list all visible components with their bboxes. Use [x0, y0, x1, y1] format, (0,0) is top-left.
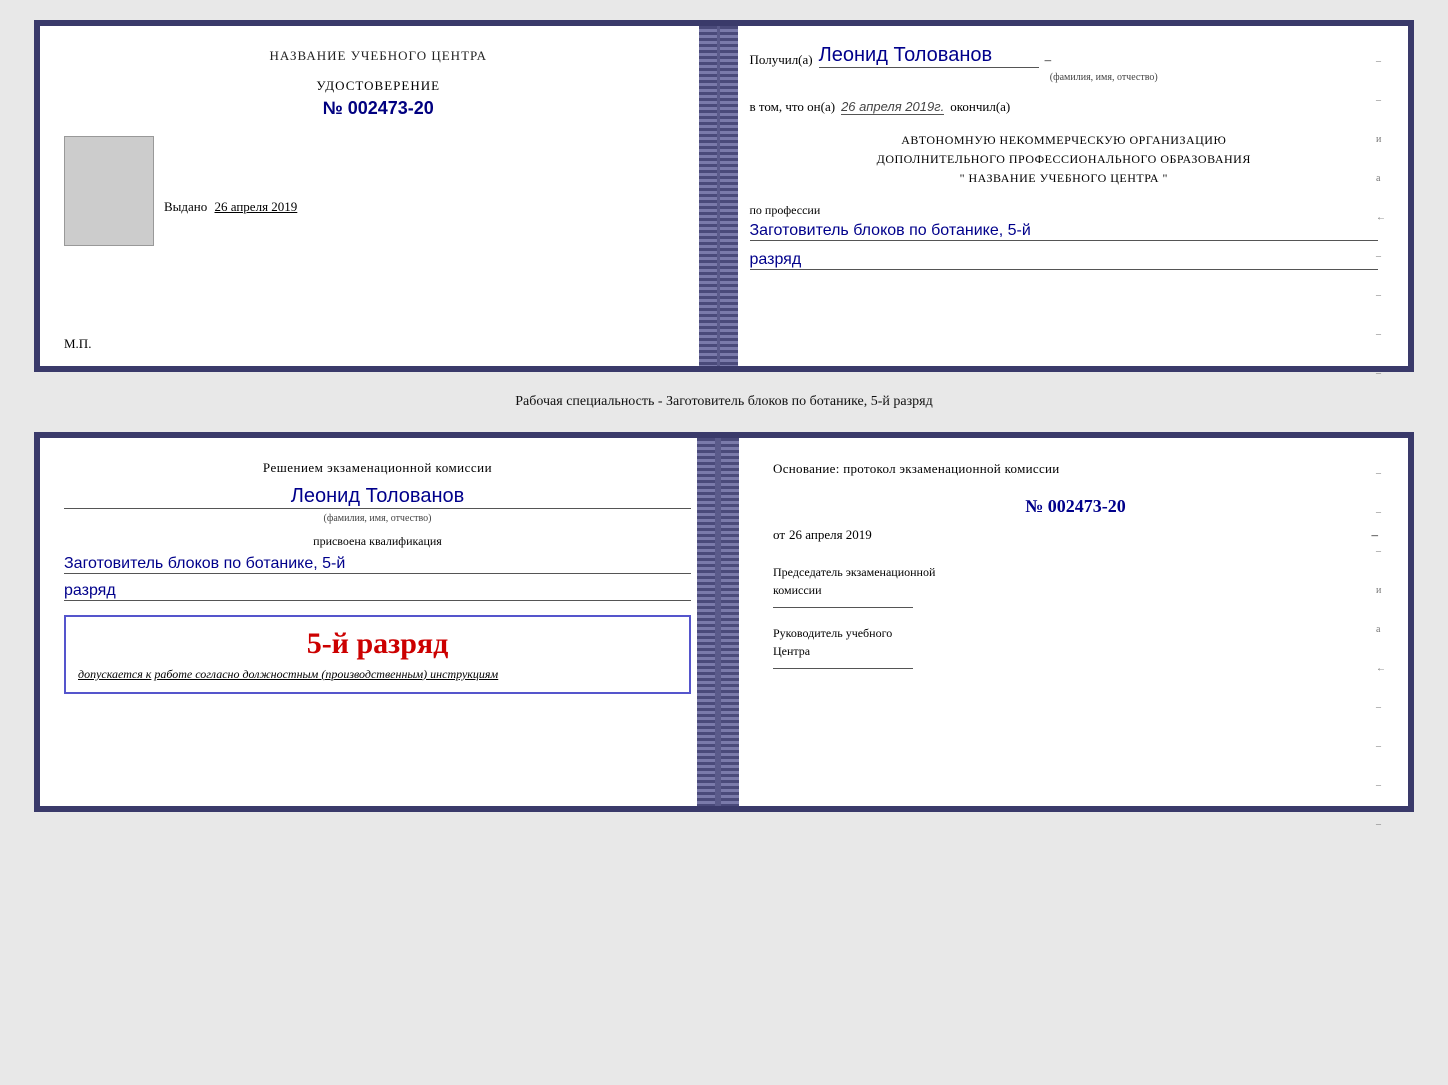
fio-subtitle-top: (фамилия, имя, отчество) — [830, 72, 1379, 83]
training-center-title: НАЗВАНИЕ УЧЕБНОГО ЦЕНТРА — [64, 48, 693, 64]
dash-after-name: – — [1045, 52, 1052, 68]
org-line2: ДОПОЛНИТЕЛЬНОГО ПРОФЕССИОНАЛЬНОГО ОБРАЗО… — [750, 150, 1379, 169]
big-razryad-text: 5-й разряд — [78, 627, 677, 661]
cert-number: № 002473-20 — [64, 98, 693, 119]
okoncil-suffix: окончил(а) — [950, 99, 1010, 115]
poluchil-prefix: Получил(а) — [750, 52, 813, 68]
right-side-strip-left — [721, 438, 739, 806]
top-cert-left: НАЗВАНИЕ УЧЕБНОГО ЦЕНТРА УДОСТОВЕРЕНИЕ №… — [40, 26, 720, 366]
left-side-strip-right — [697, 438, 715, 806]
vtom-prefix: в том, что он(а) — [750, 99, 836, 115]
bottom-certificate: Решением экзаменационной комиссии Леонид… — [34, 432, 1414, 812]
fio-subtitle-bottom: (фамилия, имя, отчество) — [64, 513, 691, 524]
osnovanie-text: Основание: протокол экзаменационной коми… — [773, 458, 1378, 480]
vtom-line: в том, что он(а) 26 апреля 2019г. окончи… — [750, 99, 1379, 115]
dopuskaetsya-detail: работе согласно должностным (производств… — [154, 667, 498, 681]
rukovoditel-line1: Руководитель учебного — [773, 624, 1378, 642]
recipient-name-top: Леонид Толованов — [819, 44, 1039, 68]
razryad-bottom: разряд — [64, 582, 691, 601]
profession-bottom: Заготовитель блоков по ботанике, 5-й — [64, 555, 691, 574]
prisvoena-label: присвоена квалификация — [64, 534, 691, 549]
vydano-date: 26 апреля 2019 — [215, 199, 298, 214]
top-certificate: НАЗВАНИЕ УЧЕБНОГО ЦЕНТРА УДОСТОВЕРЕНИЕ №… — [34, 20, 1414, 372]
rukovoditel-line2: Центра — [773, 642, 1378, 660]
rukovoditel-signature-line — [773, 668, 913, 669]
dopuskaetsya-prefix: допускается к — [78, 667, 151, 681]
udostoverenie-label: УДОСТОВЕРЕНИЕ — [64, 78, 693, 94]
dopuskaetsya-box: 5-й разряд допускается к работе согласно… — [64, 615, 691, 694]
profession-top: Заготовитель блоков по ботанике, 5-й — [750, 222, 1379, 241]
razryad-top: разряд — [750, 251, 1379, 270]
recipient-name-bottom: Леонид Толованов — [64, 485, 691, 509]
protocol-number: № 002473-20 — [773, 496, 1378, 517]
predsedatel-line1: Председатель экзаменационной — [773, 563, 1378, 581]
po-professii-label: по профессии — [750, 203, 1379, 218]
bottom-edge-dashes: –––иа←–––– — [1376, 468, 1386, 830]
predsedatel-signature-line — [773, 607, 913, 608]
org-line1: АВТОНОМНУЮ НЕКОММЕРЧЕСКУЮ ОРГАНИЗАЦИЮ — [750, 131, 1379, 150]
org-line3: " НАЗВАНИЕ УЧЕБНОГО ЦЕНТРА " — [750, 169, 1379, 188]
vtom-date: 26 апреля 2019г. — [841, 99, 944, 115]
edge-dashes: ––иа←–––– — [1376, 56, 1386, 379]
org-block: АВТОНОМНУЮ НЕКОММЕРЧЕСКУЮ ОРГАНИЗАЦИЮ ДО… — [750, 131, 1379, 189]
mp-label: М.П. — [64, 336, 91, 352]
specialty-label: Рабочая специальность - Заготовитель бло… — [515, 390, 932, 414]
rukovoditel-block: Руководитель учебного Центра — [773, 624, 1378, 660]
predsedatel-block: Председатель экзаменационной комиссии — [773, 563, 1378, 599]
bottom-cert-left: Решением экзаменационной комиссии Леонид… — [40, 438, 718, 806]
ot-prefix: от — [773, 527, 785, 543]
predsedatel-line2: комиссии — [773, 581, 1378, 599]
vydano-label: Выдано — [164, 199, 207, 214]
vydano-line: Выдано 26 апреля 2019 — [64, 199, 693, 215]
dopuskaetsya-text: допускается к работе согласно должностны… — [78, 667, 677, 682]
photo-placeholder — [64, 136, 154, 246]
ot-date: 26 апреля 2019 — [789, 527, 872, 543]
bottom-cert-right: Основание: протокол экзаменационной коми… — [718, 438, 1408, 806]
resheniem-text: Решением экзаменационной комиссии — [64, 458, 691, 479]
poluchil-line: Получил(а) Леонид Толованов – — [750, 44, 1379, 68]
ot-line: от 26 апреля 2019 – — [773, 527, 1378, 543]
top-cert-right: Получил(а) Леонид Толованов – (фамилия, … — [720, 26, 1409, 366]
